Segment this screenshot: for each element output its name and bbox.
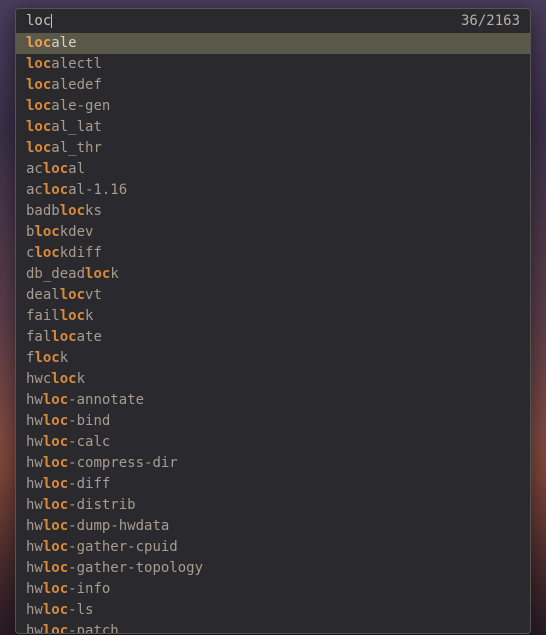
match-highlight: loc — [60, 287, 85, 303]
result-item[interactable]: hwloc-calc — [16, 432, 530, 453]
match-highlight: loc — [26, 119, 51, 135]
result-item[interactable]: fallocate — [16, 327, 530, 348]
match-highlight: loc — [51, 329, 76, 345]
match-highlight: loc — [26, 98, 51, 114]
result-item[interactable]: db_deadlock — [16, 264, 530, 285]
result-item[interactable]: hwloc-dump-hwdata — [16, 516, 530, 537]
match-highlight: loc — [43, 161, 68, 177]
match-highlight: loc — [43, 392, 68, 408]
match-highlight: loc — [26, 140, 51, 156]
match-highlight: loc — [26, 77, 51, 93]
results-list[interactable]: localelocalectllocaledeflocale-genlocal_… — [16, 33, 530, 633]
match-highlight: loc — [43, 623, 68, 634]
result-item[interactable]: deallocvt — [16, 285, 530, 306]
result-item[interactable]: local_thr — [16, 138, 530, 159]
search-row: loc 36/2163 — [16, 9, 530, 33]
match-highlight: loc — [34, 224, 59, 240]
match-highlight: loc — [60, 203, 85, 219]
result-item[interactable]: hwloc-compress-dir — [16, 453, 530, 474]
match-highlight: loc — [43, 455, 68, 471]
search-input[interactable]: loc — [26, 13, 461, 29]
match-count: 36/2163 — [461, 13, 520, 29]
result-item[interactable]: hwloc-distrib — [16, 495, 530, 516]
result-item[interactable]: hwloc-ls — [16, 600, 530, 621]
result-item[interactable]: hwloc-diff — [16, 474, 530, 495]
result-item[interactable]: local_lat — [16, 117, 530, 138]
result-item[interactable]: flock — [16, 348, 530, 369]
result-item[interactable]: hwloc-info — [16, 579, 530, 600]
match-highlight: loc — [43, 518, 68, 534]
result-item[interactable]: locale-gen — [16, 96, 530, 117]
match-highlight: loc — [26, 56, 51, 72]
result-item[interactable]: hwloc-annotate — [16, 390, 530, 411]
search-query-text: loc — [26, 13, 51, 29]
match-highlight: loc — [43, 539, 68, 555]
result-item[interactable]: aclocal — [16, 159, 530, 180]
match-highlight: loc — [85, 266, 110, 282]
result-item[interactable]: hwloc-patch — [16, 621, 530, 634]
match-highlight: loc — [51, 371, 76, 387]
cursor — [51, 14, 52, 28]
result-item[interactable]: aclocal-1.16 — [16, 180, 530, 201]
match-highlight: loc — [26, 35, 51, 51]
match-highlight: loc — [34, 350, 59, 366]
match-highlight: loc — [43, 434, 68, 450]
result-item[interactable]: hwclock — [16, 369, 530, 390]
match-highlight: loc — [43, 602, 68, 618]
result-item[interactable]: localedef — [16, 75, 530, 96]
result-item[interactable]: hwloc-gather-topology — [16, 558, 530, 579]
match-highlight: loc — [43, 581, 68, 597]
result-item[interactable]: faillock — [16, 306, 530, 327]
match-highlight: loc — [43, 413, 68, 429]
fuzzy-finder: loc 36/2163 localelocalectllocaledefloca… — [15, 8, 531, 634]
match-highlight: loc — [43, 497, 68, 513]
match-highlight: loc — [43, 476, 68, 492]
result-item[interactable]: blockdev — [16, 222, 530, 243]
result-item[interactable]: localectl — [16, 54, 530, 75]
result-item[interactable]: hwloc-gather-cpuid — [16, 537, 530, 558]
match-highlight: loc — [34, 245, 59, 261]
result-item[interactable]: clockdiff — [16, 243, 530, 264]
match-highlight: loc — [43, 560, 68, 576]
match-highlight: loc — [60, 308, 85, 324]
match-highlight: loc — [43, 182, 68, 198]
result-item[interactable]: locale — [16, 33, 530, 54]
result-item[interactable]: hwloc-bind — [16, 411, 530, 432]
result-item[interactable]: badblocks — [16, 201, 530, 222]
